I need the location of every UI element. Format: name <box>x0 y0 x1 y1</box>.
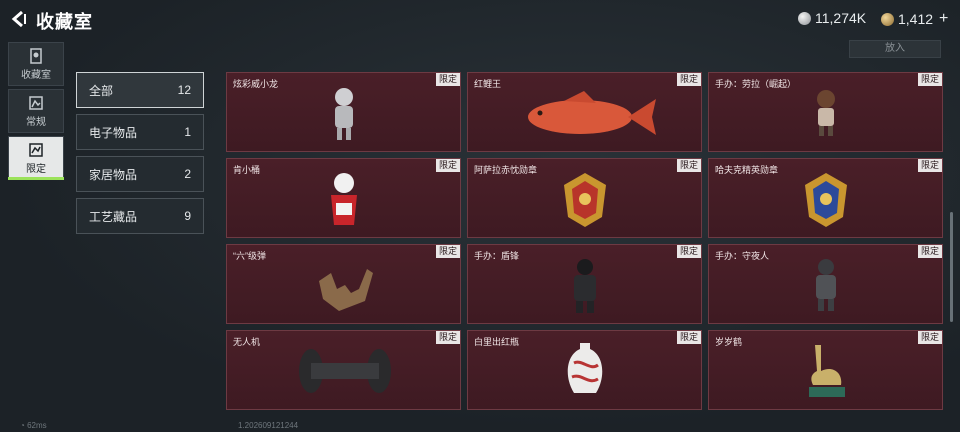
item-name: 无人机 <box>233 337 261 347</box>
item-card[interactable]: 红鲤王 限定 <box>467 72 702 152</box>
item-card[interactable]: 炫彩威小龙 限定 <box>226 72 461 152</box>
crane-icon <box>809 345 845 397</box>
limited-badge: 限定 <box>917 331 942 344</box>
limited-badge: 限定 <box>435 73 460 86</box>
silver-coin-icon <box>798 11 811 25</box>
limited-badge: 限定 <box>917 73 942 86</box>
regular-icon <box>29 95 43 110</box>
item-name: 手办：劳拉（崛起） <box>715 79 797 89</box>
category-all[interactable]: 全部 12 <box>76 72 204 108</box>
back-button[interactable] <box>8 8 30 30</box>
item-card[interactable]: 手办：守夜人 限定 <box>708 244 943 324</box>
limited-badge: 限定 <box>676 245 701 258</box>
item-card[interactable]: 无人机 限定 <box>226 330 461 410</box>
rail-label: 常规 <box>26 116 46 128</box>
category-label: 电子物品 <box>89 125 138 140</box>
item-name: 红鲤王 <box>474 79 502 89</box>
category-electronics[interactable]: 电子物品 1 <box>76 114 204 150</box>
gold-coin-icon <box>881 12 894 26</box>
item-name: 阿萨拉赤忱勋章 <box>474 165 538 175</box>
item-name: 手办：盾锋 <box>474 251 520 261</box>
category-count: 2 <box>184 167 191 181</box>
item-card[interactable]: 哈夫克精英勋章 限定 <box>708 158 943 238</box>
item-name: 炫彩威小龙 <box>233 79 279 89</box>
page-title: 收藏室 <box>36 12 93 32</box>
item-card[interactable]: 肯小桶 限定 <box>226 158 461 238</box>
item-name: 岁岁鹤 <box>715 337 743 347</box>
limited-badge: 限定 <box>676 73 701 86</box>
item-card[interactable]: 手办：劳拉（崛起） 限定 <box>708 72 943 152</box>
scrollbar[interactable] <box>950 212 953 322</box>
limited-badge: 限定 <box>676 159 701 172</box>
limited-badge: 限定 <box>435 159 460 172</box>
item-card[interactable]: 白里出红瓶 限定 <box>467 330 702 410</box>
silver-currency: 11,274K <box>798 10 866 26</box>
drone-icon <box>299 349 391 393</box>
build-id: 1.202609121244 <box>238 421 299 430</box>
gold-amount: 1,412 <box>898 11 934 27</box>
silver-amount: 11,274K <box>815 10 867 26</box>
category-count: 1 <box>184 125 191 139</box>
bucket-figure-icon <box>331 173 357 225</box>
item-card[interactable]: 手办：盾锋 限定 <box>467 244 702 324</box>
rail-item-regular[interactable]: 常规 <box>8 89 64 133</box>
category-label: 工艺藏品 <box>89 209 138 224</box>
item-card[interactable]: “六”级弹 限定 <box>226 244 461 324</box>
rail-item-limited[interactable]: 限定 <box>8 136 64 180</box>
item-card[interactable]: 阿萨拉赤忱勋章 限定 <box>467 158 702 238</box>
item-name: 白里出红瓶 <box>474 337 520 347</box>
add-currency-icon[interactable]: + <box>939 10 948 28</box>
put-in-button[interactable]: 放入 <box>849 40 941 58</box>
item-card[interactable]: 岁岁鹤 限定 <box>708 330 943 410</box>
item-name: “六”级弹 <box>233 251 266 261</box>
header: 收藏室 11,274K 1,412 + <box>0 0 960 38</box>
item-name: 肯小桶 <box>233 165 261 175</box>
limited-badge: 限定 <box>676 331 701 344</box>
limited-icon <box>29 142 43 157</box>
ping-readout: ◔ 62ms <box>20 421 47 430</box>
limited-badge: 限定 <box>917 159 942 172</box>
item-name: 哈夫克精英勋章 <box>715 165 779 175</box>
category-label: 家居物品 <box>89 167 138 182</box>
item-name: 手办：守夜人 <box>715 251 770 261</box>
collection-icon <box>30 47 42 64</box>
gold-currency[interactable]: 1,412 + <box>881 10 948 28</box>
rail-label: 限定 <box>26 163 46 175</box>
limited-badge: 限定 <box>917 245 942 258</box>
category-list: 全部 12 电子物品 1 家居物品 2 工艺藏品 9 <box>76 72 204 240</box>
fish-icon <box>528 91 656 135</box>
side-rail: 收藏室 常规 限定 <box>8 42 64 183</box>
wifi-icon: ◔ <box>20 421 28 430</box>
rail-label: 收藏室 <box>21 69 51 81</box>
category-crafts[interactable]: 工艺藏品 9 <box>76 198 204 234</box>
category-count: 12 <box>177 83 191 97</box>
limited-badge: 限定 <box>435 331 460 344</box>
category-label: 全部 <box>89 83 114 98</box>
category-count: 9 <box>184 209 191 223</box>
limited-badge: 限定 <box>435 245 460 258</box>
category-home[interactable]: 家居物品 2 <box>76 156 204 192</box>
back-arrow-icon <box>11 10 26 28</box>
rail-item-collection[interactable]: 收藏室 <box>8 42 64 86</box>
